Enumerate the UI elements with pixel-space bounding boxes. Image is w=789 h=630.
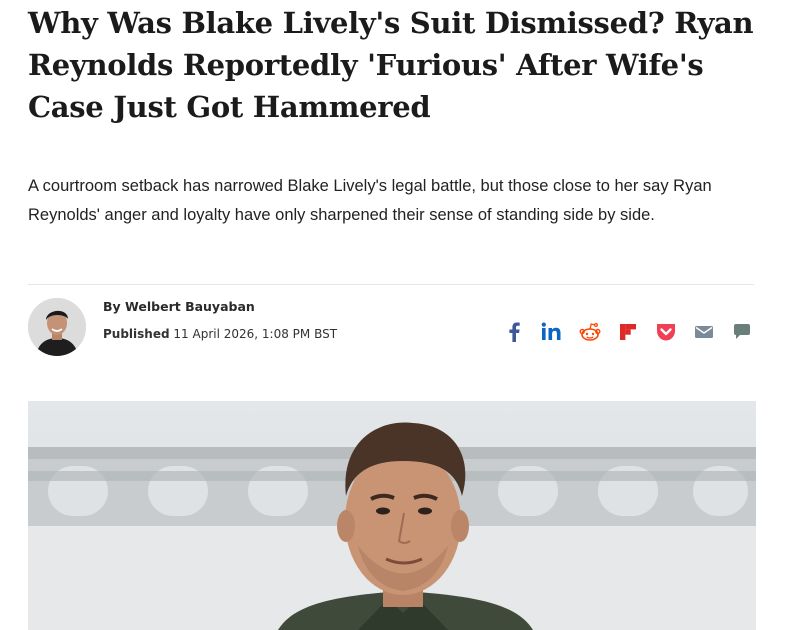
article-headline: Why Was Blake Lively's Suit Dismissed? R… xyxy=(28,6,754,124)
hero-image xyxy=(28,401,756,630)
share-facebook-button[interactable] xyxy=(497,318,531,346)
comment-icon xyxy=(734,324,750,339)
share-linkedin-button[interactable] xyxy=(535,318,569,346)
pocket-icon xyxy=(657,324,675,341)
author-avatar[interactable] xyxy=(28,298,86,356)
share-pocket-button[interactable] xyxy=(649,318,683,346)
share-flipboard-button[interactable] xyxy=(611,318,645,346)
article-standfirst: A courtroom setback has narrowed Blake L… xyxy=(28,177,712,224)
published-info: Published 11 April 2026, 1:08 PM BST xyxy=(103,327,337,341)
linkedin-icon xyxy=(541,322,561,340)
author-photo xyxy=(28,298,86,356)
share-bar xyxy=(497,318,763,346)
flipboard-icon xyxy=(620,324,636,340)
share-email-button[interactable] xyxy=(687,318,721,346)
published-date: 11 April 2026, 1:08 PM BST xyxy=(173,327,338,341)
byline-prefix: By xyxy=(103,299,121,314)
man-portrait-photo xyxy=(28,401,756,630)
email-icon xyxy=(695,326,713,338)
author-name-link[interactable]: Welbert Bauyaban xyxy=(125,299,255,314)
byline-divider xyxy=(28,284,754,285)
byline: By Welbert Bauyaban xyxy=(103,299,255,314)
share-reddit-button[interactable] xyxy=(573,318,607,346)
share-comment-button[interactable] xyxy=(725,318,759,346)
published-label: Published xyxy=(103,327,170,341)
reddit-icon xyxy=(579,323,601,341)
facebook-icon xyxy=(509,322,520,342)
